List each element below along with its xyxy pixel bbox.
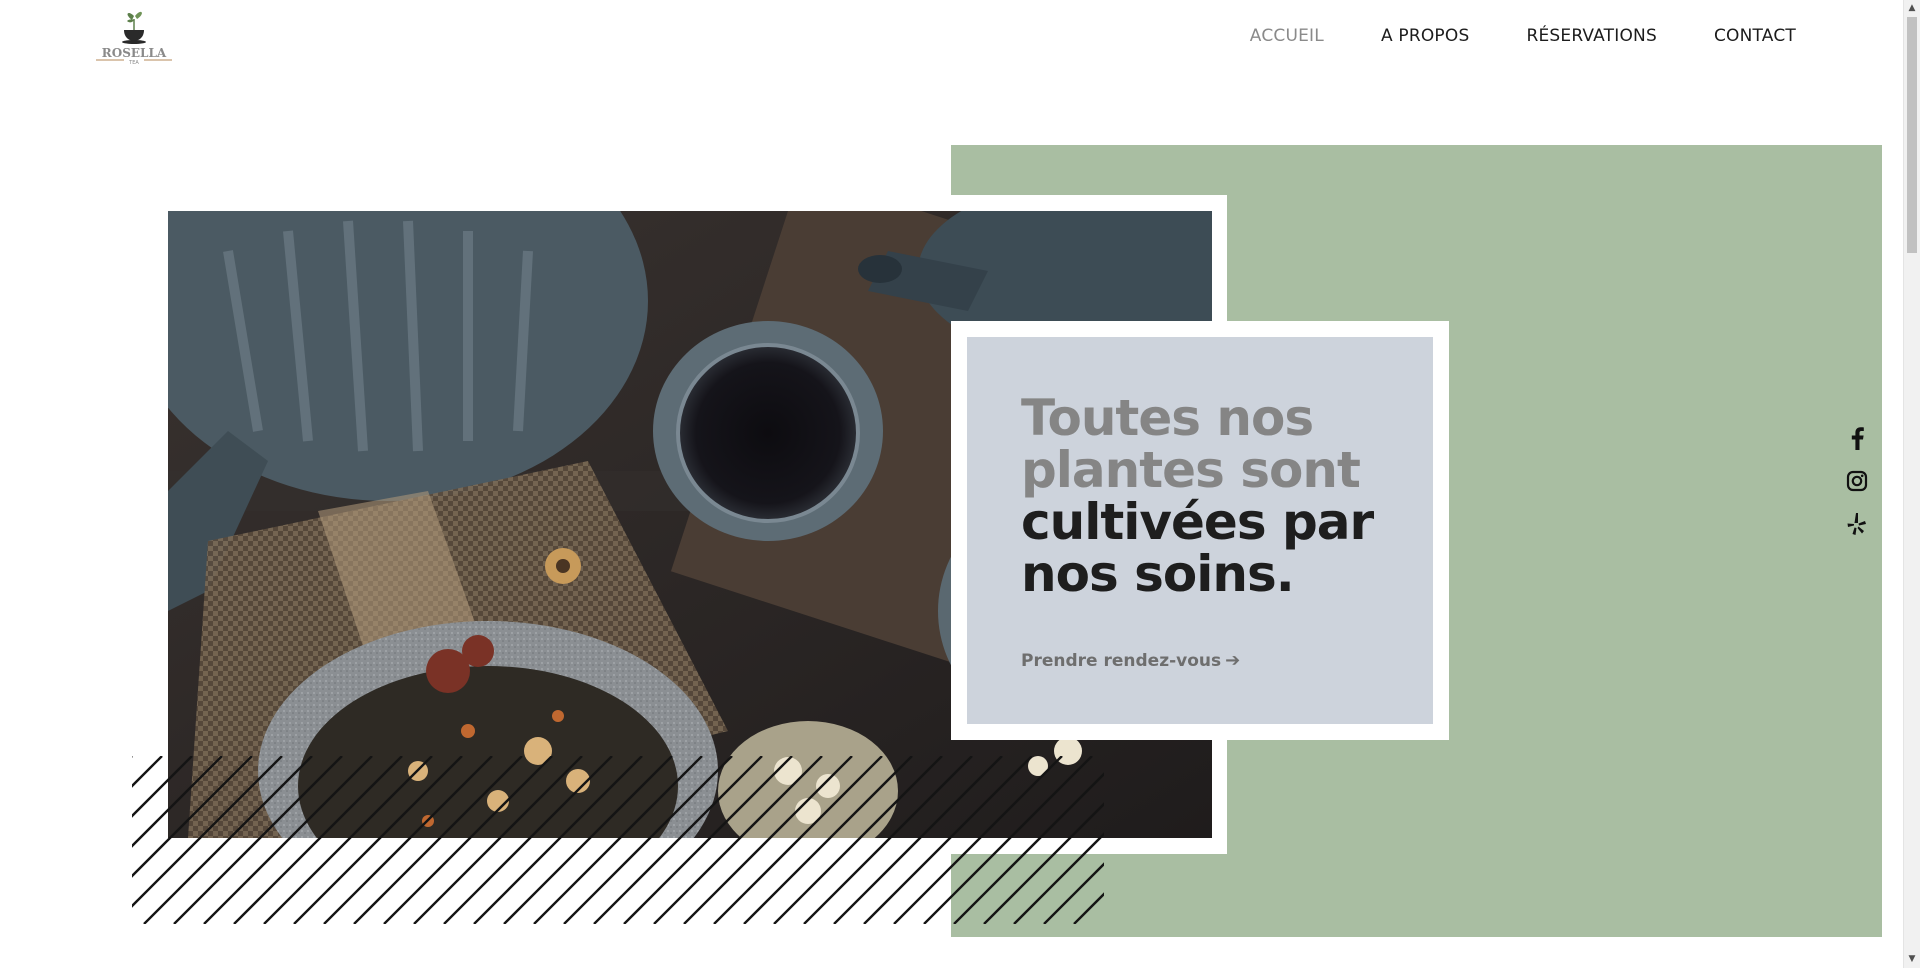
cta-book-appointment[interactable]: Prendre rendez-vous ➔: [1021, 650, 1240, 671]
yelp-icon[interactable]: [1847, 512, 1867, 536]
nav-item-a-propos[interactable]: A PROPOS: [1381, 26, 1470, 46]
nav-item-contact[interactable]: CONTACT: [1714, 26, 1796, 46]
nav-item-reservations[interactable]: RÉSERVATIONS: [1526, 26, 1657, 46]
brand-logo[interactable]: ROSELLA TEA: [94, 6, 174, 72]
facebook-icon[interactable]: [1849, 426, 1865, 450]
hero-headline: Toutes nos plantes sont cultivées par no…: [1021, 392, 1401, 600]
main-nav: ACCUEIL A PROPOS RÉSERVATIONS CONTACT: [1250, 26, 1796, 46]
scroll-down-arrow-icon[interactable]: ▼: [1904, 951, 1920, 968]
scroll-up-arrow-icon[interactable]: ▲: [1904, 0, 1920, 17]
headline-dark-text: cultivées par nos soins.: [1021, 493, 1374, 603]
page-scrollbar[interactable]: ▲ ▼: [1903, 0, 1920, 968]
brand-name: ROSELLA: [102, 46, 167, 60]
arrow-right-icon: ➔: [1225, 650, 1241, 671]
cta-label: Prendre rendez-vous: [1021, 650, 1222, 671]
scrollbar-thumb[interactable]: [1907, 17, 1917, 253]
brand-tagline: TEA: [128, 60, 139, 66]
nav-item-accueil[interactable]: ACCUEIL: [1250, 26, 1324, 46]
teacup-leaf-icon: [122, 11, 146, 44]
instagram-icon[interactable]: [1846, 470, 1868, 492]
headline-muted-text: Toutes nos plantes sont: [1021, 389, 1361, 499]
social-links: [1844, 426, 1870, 536]
decorative-hatch-pattern: [132, 756, 1104, 924]
